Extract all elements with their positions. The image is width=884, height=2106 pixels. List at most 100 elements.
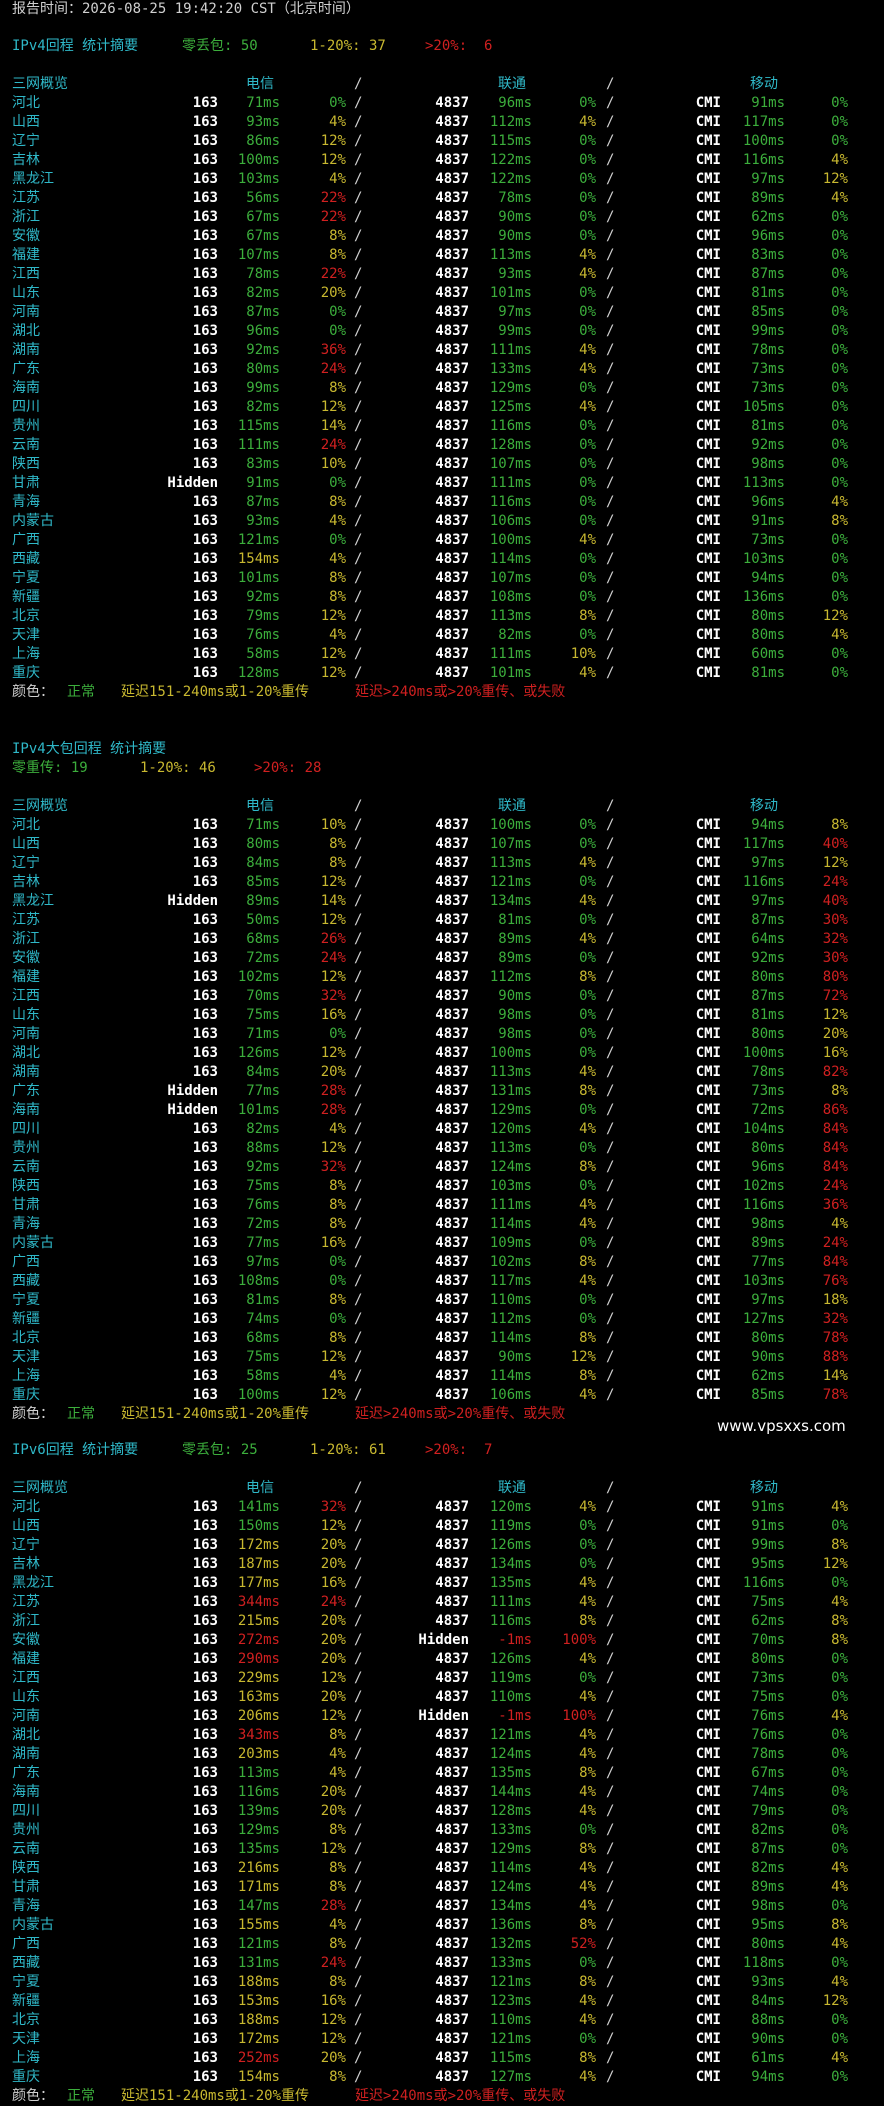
telecom-latency: 107ms — [237, 247, 280, 263]
table-row: 天津 163 75ms 12% / 4837 90ms 12% / CMI 90ms 88% — [0, 1348, 884, 1367]
telecom-loss: 20% — [320, 2050, 346, 2066]
separator-slash: / — [606, 1499, 615, 1515]
mobile-as: CMI — [695, 1670, 721, 1686]
province-name: 宁夏 — [12, 570, 40, 586]
telecom-as: 163 — [192, 1537, 218, 1553]
telecom-loss: 12% — [320, 2031, 346, 2047]
unicom-loss: 0% — [579, 95, 596, 111]
mobile-as: CMI — [695, 1368, 721, 1384]
mobile-as: CMI — [695, 1349, 721, 1365]
mobile-loss: 12% — [822, 1556, 848, 1572]
province-name: 宁夏 — [12, 1974, 40, 1990]
province-name: 河北 — [12, 95, 40, 111]
unicom-as: 4837 — [435, 2050, 469, 2066]
unicom-as: 4837 — [435, 627, 469, 643]
unicom-latency: 129ms — [489, 1102, 532, 1118]
mobile-as: CMI — [695, 2031, 721, 2047]
unicom-loss: 4% — [579, 1499, 596, 1515]
province-name: 青海 — [12, 1216, 40, 1232]
unicom-loss: 4% — [579, 1746, 596, 1762]
unicom-as: 4837 — [435, 1803, 469, 1819]
telecom-latency: 100ms — [237, 152, 280, 168]
telecom-as: 163 — [192, 1879, 218, 1895]
separator-slash: / — [606, 912, 615, 928]
unicom-as: 4837 — [435, 437, 469, 453]
unicom-as: 4837 — [435, 532, 469, 548]
table-row: 西藏 163 154ms 4% / 4837 114ms 0% / CMI 103ms 0% — [0, 550, 884, 569]
province-name: 河南 — [12, 1708, 40, 1724]
mobile-loss: 0% — [831, 646, 848, 662]
summary-stat: 1-20%: 61 — [310, 1442, 386, 1458]
telecom-loss: 8% — [329, 1936, 346, 1952]
telecom-as: 163 — [192, 1197, 218, 1213]
separator-slash: / — [354, 646, 363, 662]
telecom-as: 163 — [192, 2031, 218, 2047]
telecom-loss: 20% — [320, 1556, 346, 1572]
table-row: 四川 163 82ms 4% / 4837 120ms 4% / CMI 104ms 84% — [0, 1120, 884, 1139]
separator-slash: / — [354, 1007, 363, 1023]
telecom-loss: 12% — [320, 665, 346, 681]
mobile-as: CMI — [695, 1197, 721, 1213]
unicom-latency: 113ms — [489, 608, 532, 624]
mobile-loss: 0% — [831, 1784, 848, 1800]
telecom-as: 163 — [192, 1708, 218, 1724]
separator-slash: / — [354, 1613, 363, 1629]
unicom-loss: 0% — [579, 912, 596, 928]
section-title-line: IPv4大包回程 统计摘要 — [0, 740, 884, 759]
telecom-loss: 8% — [329, 1860, 346, 1876]
telecom-as: 163 — [192, 266, 218, 282]
mobile-loss: 0% — [831, 437, 848, 453]
unicom-as: 4837 — [435, 475, 469, 491]
province-name: 广西 — [12, 1254, 40, 1270]
table-row: 广东 Hidden 77ms 28% / 4837 131ms 8% / CMI 73ms 8% — [0, 1082, 884, 1101]
telecom-loss: 8% — [329, 1216, 346, 1232]
telecom-as: Hidden — [167, 475, 218, 491]
mobile-as: CMI — [695, 1159, 721, 1175]
mobile-as: CMI — [695, 266, 721, 282]
unicom-latency: 100ms — [489, 532, 532, 548]
unicom-as: 4837 — [435, 1368, 469, 1384]
mobile-as: CMI — [695, 1708, 721, 1724]
province-name: 内蒙古 — [12, 1917, 54, 1933]
telecom-loss: 8% — [329, 1822, 346, 1838]
mobile-loss: 8% — [831, 1632, 848, 1648]
mobile-loss: 30% — [822, 950, 848, 966]
mobile-loss: 24% — [822, 1178, 848, 1194]
unicom-latency: 120ms — [489, 1121, 532, 1137]
mobile-latency: 116ms — [742, 874, 785, 890]
province-name: 广西 — [12, 1936, 40, 1952]
table-row: 山东 163 82ms 20% / 4837 101ms 0% / CMI 81ms 0% — [0, 284, 884, 303]
table-row: 陕西 163 216ms 8% / 4837 114ms 4% / CMI 82ms 4% — [0, 1859, 884, 1878]
telecom-as: 163 — [192, 1898, 218, 1914]
unicom-loss: 4% — [579, 342, 596, 358]
mobile-latency: 105ms — [742, 399, 785, 415]
separator-slash: / — [606, 1140, 615, 1156]
telecom-loss: 8% — [329, 855, 346, 871]
unicom-as: 4837 — [435, 399, 469, 415]
unicom-as: 4837 — [435, 1841, 469, 1857]
table-row: 江苏 163 50ms 12% / 4837 81ms 0% / CMI 87ms 30% — [0, 911, 884, 930]
separator-slash: / — [354, 133, 363, 149]
unicom-as: 4837 — [435, 1556, 469, 1572]
table-row: 北京 163 68ms 8% / 4837 114ms 8% / CMI 80ms 78% — [0, 1329, 884, 1348]
separator-slash: / — [606, 1803, 615, 1819]
mobile-loss: 40% — [822, 836, 848, 852]
telecom-loss: 20% — [320, 1784, 346, 1800]
mobile-as: CMI — [695, 114, 721, 130]
unicom-loss: 0% — [579, 152, 596, 168]
separator-slash: / — [606, 1007, 615, 1023]
mobile-loss: 0% — [831, 399, 848, 415]
telecom-loss: 28% — [320, 1083, 346, 1099]
unicom-as: 4837 — [435, 304, 469, 320]
separator-slash: / — [354, 475, 363, 491]
telecom-as: 163 — [192, 1556, 218, 1572]
unicom-latency: 144ms — [489, 1784, 532, 1800]
table-row: 甘肃 163 171ms 8% / 4837 124ms 4% / CMI 89ms 4% — [0, 1878, 884, 1897]
mobile-latency: 87ms — [751, 988, 785, 1004]
separator-slash: / — [606, 399, 615, 415]
province-name: 上海 — [12, 646, 40, 662]
unicom-as: 4837 — [435, 285, 469, 301]
mobile-latency: 116ms — [742, 1575, 785, 1591]
telecom-latency: 58ms — [246, 646, 280, 662]
separator-slash: / — [354, 931, 363, 947]
